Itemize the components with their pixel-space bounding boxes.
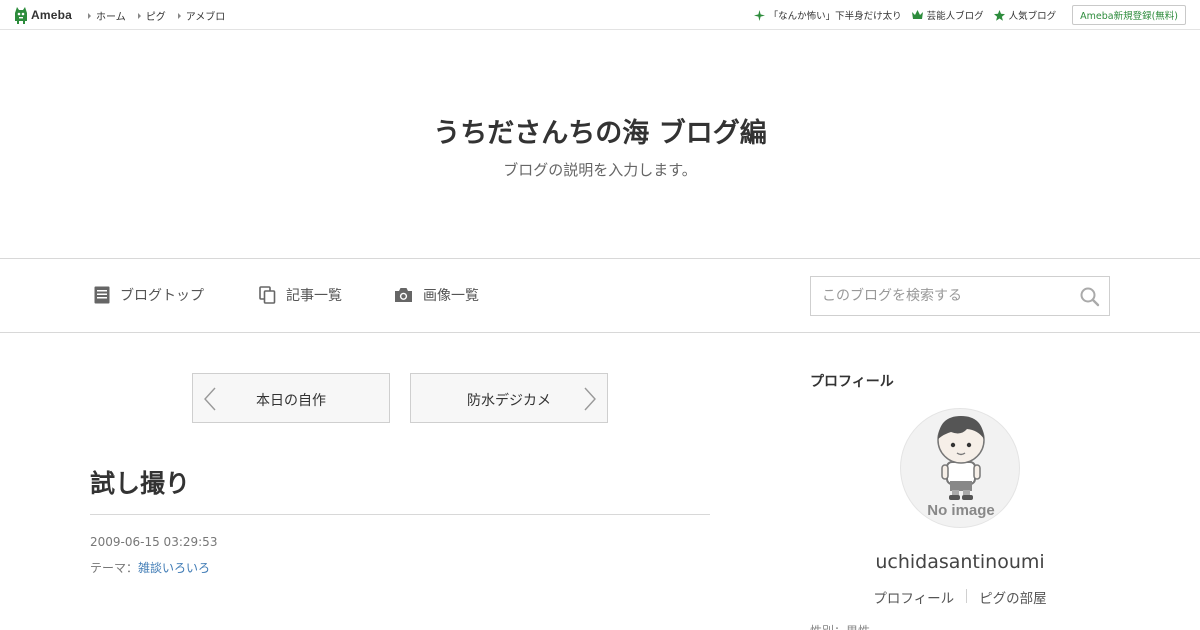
entry-theme-link[interactable]: 雑談いろいろ [138,559,210,576]
entry-date: 2009-06-15 03:29:53 [90,535,218,549]
global-nav-label: アメブロ [185,12,226,23]
caret-right-icon [88,12,91,19]
ameba-logo[interactable]: Ameba [14,6,72,24]
profile-link[interactable]: プロフィール [873,587,954,607]
pigg-room-link[interactable]: ピグの部屋 [979,587,1047,607]
global-header: Ameba ホーム ピグ アメブロ 「なんか怖い」下半身だけ太り 芸能人ブログ [0,0,1200,30]
blog-header: うちださんちの海 ブログ編 ブログの説明を入力します。 [0,31,1200,259]
entry-divider [90,514,710,515]
no-image-avatar-icon: No image [927,416,995,519]
entry-theme-prefix: テーマ： [90,561,139,575]
search-icon [1080,287,1100,307]
global-nav-label: ピグ [145,12,166,23]
global-nav-home[interactable]: ホーム [88,8,126,23]
ameba-logo-icon [15,6,27,24]
prev-entry-button[interactable]: 本日の自作 [192,373,390,423]
popular-blog-link[interactable]: 人気ブログ [993,8,1057,22]
entry-title[interactable]: 試し撮り [90,464,190,500]
blog-description: ブログの説明を入力します。 [503,161,697,179]
crown-icon [911,10,923,19]
chevron-right-icon [584,387,596,411]
blog-title[interactable]: うちださんちの海 ブログ編 [0,111,1200,150]
blog-search [810,276,1110,316]
copy-icon [259,286,276,304]
sparkle-icon [753,9,765,21]
promo-link[interactable]: 「なんか怖い」下半身だけ太り [753,8,902,22]
popular-blog-label: 人気ブログ [1008,11,1057,22]
blog-nav: ブログトップ 記事一覧 画像一覧 [0,260,1200,333]
blog-nav-entry-list[interactable]: 記事一覧 [259,285,342,305]
signup-button[interactable]: Ameba新規登録(無料) [1072,5,1186,25]
promo-link-label: 「なんか怖い」下半身だけ太り [768,11,902,22]
global-nav-ameblo[interactable]: アメブロ [177,8,226,23]
caret-right-icon [177,12,181,19]
profile-heading: プロフィール [810,374,894,390]
search-button[interactable] [1079,286,1101,308]
blog-nav-top[interactable]: ブログトップ [94,285,204,305]
next-entry-label: 防水デジカメ [467,393,551,409]
celebrity-blog-label: 芸能人ブログ [926,11,984,22]
global-nav-label: ホーム [96,12,126,23]
profile-name[interactable]: uchidasantinoumi [810,551,1110,573]
prev-entry-label: 本日の自作 [256,393,326,409]
blog-nav-image-list[interactable]: 画像一覧 [394,285,479,305]
link-separator [966,589,968,603]
profile-gender-text: 性別：男性 [810,622,870,630]
avatar[interactable]: No image [900,408,1020,528]
global-nav: ホーム ピグ アメブロ [88,8,237,23]
profile-links: プロフィール ピグの部屋 [810,587,1110,607]
camera-icon [395,288,412,302]
blog-nav-label: 画像一覧 [423,288,479,304]
avatar-text: No image [927,502,995,519]
celebrity-blog-link[interactable]: 芸能人ブログ [911,8,984,22]
caret-right-icon [137,12,141,19]
global-nav-pigg[interactable]: ピグ [137,8,166,23]
blog-search-input[interactable] [811,277,1071,315]
entry-theme: テーマ： 雑談いろいろ [90,559,210,576]
logo-text: Ameba [31,8,73,22]
document-icon [94,286,110,304]
global-header-right: 「なんか怖い」下半身だけ太り 芸能人ブログ 人気ブログ Ameba新規登録(無料… [744,5,1186,25]
next-entry-button[interactable]: 防水デジカメ [410,373,608,423]
star-icon [993,9,1005,21]
blog-nav-label: ブログトップ [120,288,204,304]
blog-nav-label: 記事一覧 [286,288,342,304]
